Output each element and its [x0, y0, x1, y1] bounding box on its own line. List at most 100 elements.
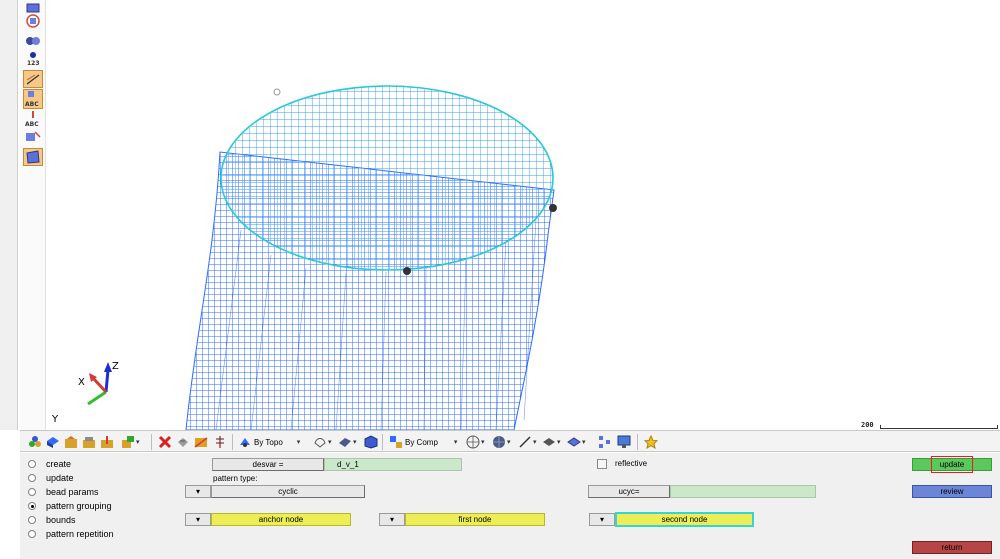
abc-label-icon[interactable]: ABC	[23, 89, 43, 109]
triad-z-label: Z	[112, 361, 119, 372]
ucyc-button[interactable]: ucyc=	[588, 485, 670, 498]
line-mode-icon[interactable]: ▾	[518, 434, 537, 450]
toolbar-separator	[232, 434, 233, 450]
dimension-icon[interactable]	[23, 70, 43, 88]
radio-indicator[interactable]	[28, 474, 36, 482]
radio-indicator[interactable]	[28, 488, 36, 496]
ht-tool-12[interactable]: ▾	[313, 434, 332, 450]
chevron-down-icon: ▾	[353, 439, 357, 446]
anchor-node-toggle[interactable]: ▾	[185, 513, 211, 526]
radio-indicator[interactable]	[28, 516, 36, 524]
by-topo-selector[interactable]: By Topo ▾	[238, 434, 300, 450]
chevron-down-icon: ▾	[507, 439, 511, 446]
chevron-down-icon: ▾	[453, 439, 458, 446]
vertical-toolbar: 123 ABC ABC	[20, 0, 46, 430]
radio-indicator[interactable]	[28, 530, 36, 538]
toolbar-separator	[637, 434, 638, 450]
return-button[interactable]: return	[912, 541, 992, 554]
left-gutter	[0, 0, 18, 430]
radio-label: bead params	[46, 487, 99, 497]
triad-y-label: Y	[51, 414, 59, 425]
visualization-icon[interactable]	[23, 33, 43, 49]
toolbar-separator	[382, 434, 383, 450]
numbers-123-icon[interactable]: 123	[23, 50, 43, 66]
toolbar-separator	[151, 434, 152, 450]
radio-label: bounds	[46, 515, 76, 525]
axis-triad: Z X Y	[51, 361, 119, 425]
svg-text:ABC: ABC	[25, 101, 39, 108]
radio-indicator[interactable]	[28, 502, 36, 510]
radio-label: create	[46, 459, 72, 469]
radio-indicator[interactable]	[28, 460, 36, 468]
review-button[interactable]: review	[912, 485, 992, 498]
cylinder-mesh-model[interactable]: Z X Y	[46, 0, 1000, 430]
reflective-checkbox[interactable]	[597, 459, 607, 469]
radio-label: pattern grouping	[46, 501, 112, 511]
radio-label: update	[46, 473, 74, 483]
ht-tool-4[interactable]	[82, 434, 96, 450]
tree-icon[interactable]	[598, 434, 612, 450]
pattern-type-label: pattern type:	[213, 474, 258, 483]
pattern-type-toggle[interactable]: ▾	[185, 485, 211, 498]
ht-tool-6-dropdown[interactable]: ▾	[121, 434, 140, 450]
abc-tag-icon[interactable]: ABC	[23, 110, 43, 128]
second-node-selector[interactable]: second node	[615, 512, 754, 527]
by-topo-label: By Topo	[254, 437, 283, 447]
ht-tool-1[interactable]	[28, 434, 42, 450]
radio-bead-params[interactable]: bead params	[28, 486, 99, 498]
radio-pattern-repetition[interactable]: pattern repetition	[28, 528, 114, 540]
anchor-node-selector[interactable]: anchor node	[211, 513, 351, 526]
ucyc-value-field[interactable]	[670, 485, 816, 498]
chevron-down-icon: ▾	[557, 439, 561, 446]
ht-tool-9[interactable]	[194, 434, 208, 450]
chevron-down-icon: ▾	[582, 439, 586, 446]
second-node-toggle[interactable]: ▾	[589, 513, 615, 526]
chevron-down-icon: ▾	[136, 439, 140, 446]
radio-pattern-grouping[interactable]: pattern grouping	[28, 500, 112, 512]
svg-text:123: 123	[27, 60, 40, 66]
chevron-down-icon: ▾	[328, 439, 332, 446]
radio-bounds[interactable]: bounds	[28, 514, 76, 526]
chevron-down-icon: ▾	[296, 439, 301, 446]
pattern-grouping-panel: create update bead params pattern groupi…	[20, 453, 1000, 559]
surface-mode-icon[interactable]: ▾	[567, 434, 586, 450]
desvar-value-field[interactable]: d_v_1	[324, 458, 462, 471]
star-icon[interactable]	[644, 434, 658, 450]
element-mode-icon[interactable]: ▾	[542, 434, 561, 450]
desvar-button[interactable]: desvar =	[212, 458, 324, 471]
node-tool-icon[interactable]	[23, 129, 43, 145]
reflective-label: reflective	[615, 459, 648, 468]
chevron-down-icon: ▾	[533, 439, 537, 446]
ht-tool-13[interactable]: ▾	[338, 434, 357, 450]
pattern-type-button[interactable]: cyclic	[211, 485, 365, 498]
hypermesh-window: 123 ABC ABC Z X Y 200 ▾ By Topo ▾ ▾ ▾ By…	[0, 0, 1000, 559]
ht-tool-8[interactable]	[176, 434, 190, 450]
scale-bar	[880, 425, 998, 429]
radio-create[interactable]: create	[28, 458, 71, 470]
svg-text:ABC: ABC	[25, 121, 39, 128]
ht-tool-2[interactable]	[46, 434, 60, 450]
wireframe-mode-icon[interactable]: ▾	[466, 434, 485, 450]
update-highlight	[931, 456, 973, 473]
ht-tool-14[interactable]	[364, 434, 378, 450]
first-node-selector[interactable]: first node	[405, 513, 545, 526]
shade-mode-icon[interactable]	[23, 148, 43, 166]
triad-x-label: X	[78, 377, 85, 388]
graphics-viewport[interactable]: Z X Y	[46, 0, 1000, 430]
chevron-down-icon: ▾	[481, 439, 485, 446]
horizontal-toolbar: ▾ By Topo ▾ ▾ ▾ By Comp ▾ ▾ ▾ ▾ ▾ ▾	[20, 430, 1000, 452]
first-node-toggle[interactable]: ▾	[379, 513, 405, 526]
ht-tool-10[interactable]	[213, 434, 227, 450]
ht-tool-5[interactable]	[100, 434, 114, 450]
by-comp-label: By Comp	[405, 437, 438, 447]
ht-tool-3[interactable]	[64, 434, 78, 450]
component-color-icon[interactable]	[23, 13, 43, 29]
first-node-marker	[549, 204, 557, 212]
delete-icon[interactable]	[158, 434, 172, 450]
by-comp-selector[interactable]: By Comp ▾	[389, 434, 457, 450]
monitor-icon[interactable]	[617, 434, 631, 450]
scale-label: 200	[861, 421, 874, 429]
radio-label: pattern repetition	[46, 529, 114, 539]
radio-update[interactable]: update	[28, 472, 74, 484]
shaded-mode-icon[interactable]: ▾	[492, 434, 511, 450]
